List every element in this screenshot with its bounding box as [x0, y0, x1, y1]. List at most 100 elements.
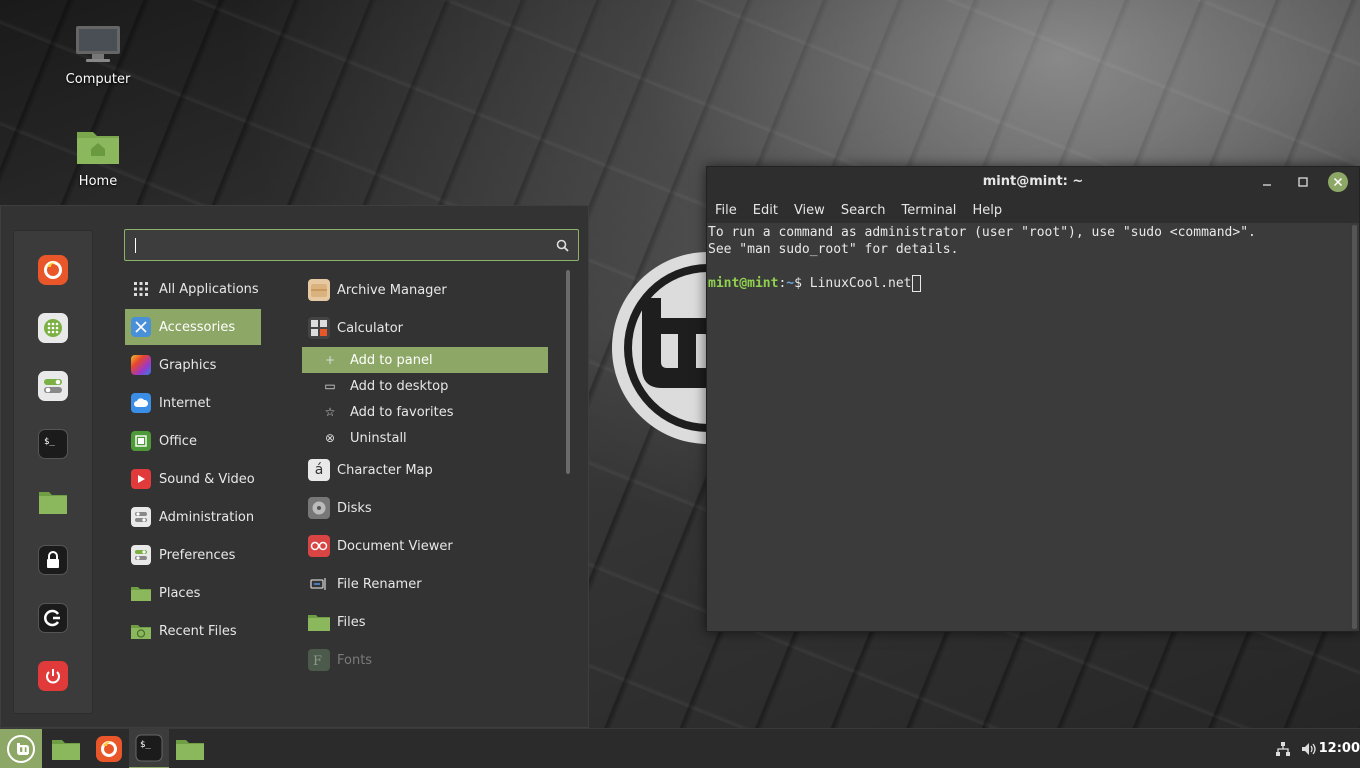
category-preferences[interactable]: Preferences [125, 537, 261, 573]
terminal-menubar: File Edit View Search Terminal Help [707, 197, 1359, 223]
category-label: Accessories [159, 319, 236, 335]
app-file-renamer[interactable]: File Renamer [308, 569, 422, 599]
administration-icon [131, 507, 151, 527]
firefox-icon [44, 261, 62, 279]
folder-icon [52, 740, 80, 760]
minimize-button[interactable] [1257, 172, 1277, 192]
menu-search[interactable]: Search [841, 203, 886, 218]
context-add-to-desktop[interactable]: ▭ Add to desktop [302, 373, 548, 399]
close-icon [1333, 177, 1343, 187]
app-label: Archive Manager [337, 282, 447, 298]
menu-search-input[interactable] [124, 229, 579, 261]
context-add-to-panel[interactable]: + Add to panel [302, 347, 548, 373]
favorite-software-manager[interactable] [38, 313, 68, 343]
category-sound-video[interactable]: Sound & Video [125, 461, 261, 497]
app-character-map[interactable]: á Character Map [308, 455, 433, 485]
calculator-icon [308, 317, 330, 339]
app-files[interactable]: Files [308, 607, 366, 637]
close-button[interactable] [1328, 172, 1348, 192]
context-label: Add to panel [350, 352, 433, 368]
desktop-icon-home[interactable]: Home [58, 126, 138, 189]
app-label: Character Map [337, 462, 433, 478]
bottom-panel: $_ 12:00 [0, 728, 1360, 768]
menu-terminal[interactable]: Terminal [901, 203, 956, 218]
category-graphics[interactable]: Graphics [125, 347, 261, 383]
favorite-firefox[interactable] [38, 255, 68, 285]
panel-clock[interactable]: 12:00 [1319, 741, 1360, 756]
tray-volume[interactable] [1298, 729, 1320, 768]
app-fonts[interactable]: F Fonts [308, 645, 372, 675]
panel-launcher-files-2[interactable] [170, 729, 210, 768]
maximize-icon [1298, 177, 1308, 187]
category-recent-files[interactable]: Recent Files [125, 613, 261, 649]
app-label: Document Viewer [337, 538, 453, 554]
file-renamer-icon [308, 573, 330, 595]
mint-menu-icon [7, 735, 35, 763]
folder-icon [39, 492, 67, 514]
menu-help[interactable]: Help [972, 203, 1002, 218]
category-label: Graphics [159, 357, 217, 373]
home-folder-icon [77, 132, 119, 164]
category-office[interactable]: Office [125, 423, 261, 459]
terminal-scrollbar[interactable] [1352, 225, 1357, 629]
menu-edit[interactable]: Edit [753, 203, 778, 218]
terminal-window: mint@mint: ~ File Edit View Search Termi… [706, 166, 1360, 632]
context-add-to-favorites[interactable]: ☆ Add to favorites [302, 399, 548, 425]
app-disks[interactable]: Disks [308, 493, 372, 523]
lock-icon [47, 551, 59, 568]
panel-launcher-terminal[interactable]: $_ [129, 729, 169, 768]
desktop-icon-computer[interactable]: Computer [58, 24, 138, 87]
category-places[interactable]: Places [125, 575, 261, 611]
text-caret [135, 238, 136, 253]
accessories-icon [131, 317, 151, 337]
category-administration[interactable]: Administration [125, 499, 261, 535]
firefox-icon [96, 736, 122, 762]
category-all-applications[interactable]: All Applications [125, 271, 261, 307]
favorite-system-settings[interactable] [38, 371, 68, 401]
terminal-line: See "man sudo_root" for details. [708, 242, 959, 257]
favorite-lock-screen[interactable] [38, 545, 68, 575]
context-label: Add to favorites [350, 404, 454, 420]
computer-icon [76, 26, 120, 62]
favorites-sidebar: $_ [13, 230, 93, 714]
app-label: File Renamer [337, 576, 422, 592]
files-icon [308, 611, 330, 633]
favorite-logout[interactable] [38, 603, 68, 633]
terminal-icon: $_ [44, 437, 55, 447]
favorite-terminal[interactable]: $_ [38, 429, 68, 459]
terminal-prompt-line: mint@mint:~$ LinuxCool.net [708, 275, 1349, 292]
app-archive-manager[interactable]: Archive Manager [308, 275, 447, 305]
uninstall-icon: ⊗ [324, 431, 336, 445]
favorite-files[interactable] [38, 487, 68, 517]
mint-menu-button[interactable] [0, 729, 42, 768]
tray-network[interactable] [1272, 729, 1294, 768]
maximize-button[interactable] [1293, 172, 1313, 192]
star-icon: ☆ [324, 405, 336, 419]
terminal-cursor [911, 275, 921, 292]
power-icon [46, 669, 60, 684]
category-internet[interactable]: Internet [125, 385, 261, 421]
app-calculator[interactable]: Calculator [308, 313, 403, 343]
context-uninstall[interactable]: ⊗ Uninstall [302, 425, 548, 451]
desktop-icon-label: Home [78, 174, 118, 189]
panel-launcher-files[interactable] [46, 729, 86, 768]
desktop-icon-label: Computer [65, 72, 131, 87]
terminal-titlebar[interactable]: mint@mint: ~ [707, 167, 1359, 197]
app-label: Disks [337, 500, 372, 516]
archive-manager-icon [308, 279, 330, 301]
menu-scrollbar[interactable] [566, 270, 570, 474]
favorite-quit[interactable] [38, 661, 68, 691]
panel-launcher-firefox[interactable] [90, 729, 128, 768]
context-label: Uninstall [350, 430, 407, 446]
character-map-icon: á [308, 459, 330, 481]
grid-icon [131, 279, 151, 299]
minimize-icon [1263, 184, 1271, 186]
document-viewer-icon [308, 535, 330, 557]
app-document-viewer[interactable]: Document Viewer [308, 531, 453, 561]
menu-file[interactable]: File [715, 203, 737, 218]
menu-view[interactable]: View [794, 203, 825, 218]
svg-text:F: F [313, 654, 322, 668]
category-accessories[interactable]: Accessories [125, 309, 261, 345]
folder-icon [176, 740, 204, 760]
terminal-output[interactable]: To run a command as administrator (user … [707, 223, 1349, 631]
